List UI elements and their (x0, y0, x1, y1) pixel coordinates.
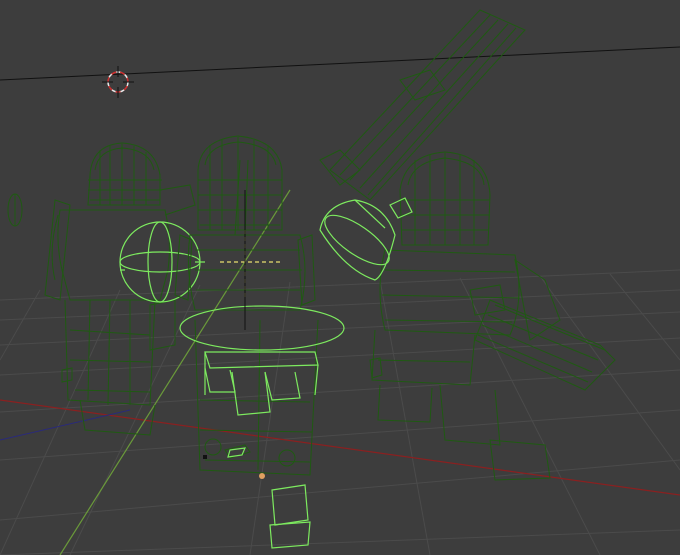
figure-left[interactable] (44, 142, 196, 436)
figure-center-selected[interactable] (179, 305, 345, 549)
y-axis-line (59, 189, 291, 555)
minigun-control-dome[interactable] (318, 197, 413, 281)
lamp-icon[interactable] (7, 193, 23, 227)
3d-viewport[interactable] (0, 0, 680, 555)
3d-cursor-icon[interactable] (102, 66, 134, 98)
x-axis-line (0, 399, 680, 496)
origin-dot-icon (259, 473, 265, 479)
object-origin-marker (203, 455, 207, 459)
figure-center[interactable] (174, 135, 319, 476)
z-axis-line (0, 409, 131, 441)
floor-grid (0, 269, 680, 555)
horizon-line (0, 46, 680, 81)
